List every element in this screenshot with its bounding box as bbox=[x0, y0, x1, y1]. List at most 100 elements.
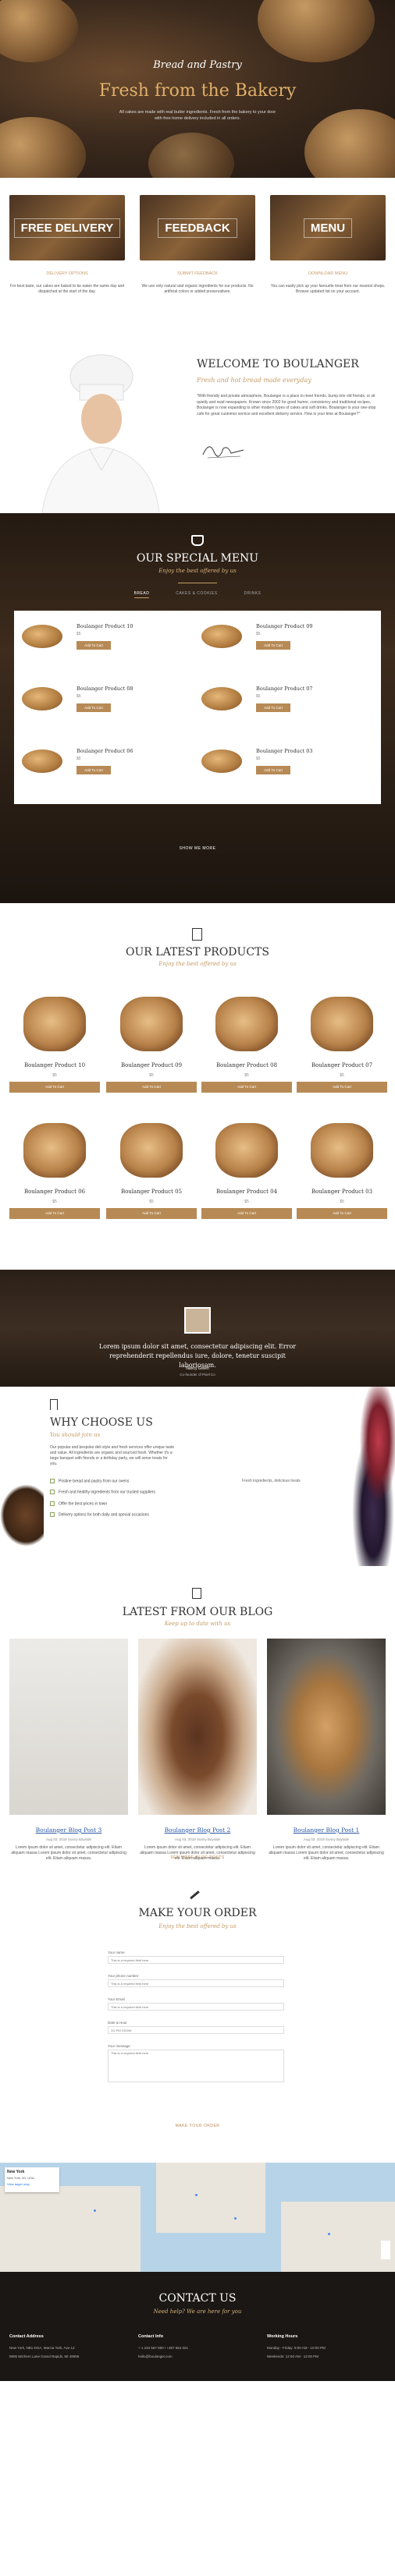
name-input[interactable] bbox=[108, 1956, 284, 1964]
map-section[interactable]: New York New York, NY, USA View larger m… bbox=[0, 2163, 395, 2272]
email-field: Your Email bbox=[108, 1997, 284, 2011]
add-to-cart-button[interactable]: Add To Cart bbox=[297, 1082, 387, 1093]
contact-subtitle: Need help? We are here for you bbox=[153, 2308, 242, 2315]
bookmark-icon bbox=[50, 1399, 58, 1410]
cake-image bbox=[138, 1639, 257, 1815]
blog-post-meta: Aug 03, 2019 Sunny Bayside bbox=[303, 1837, 350, 1841]
list-item: Pristine bread and pastry from our ovens bbox=[50, 1479, 155, 1483]
feature-card[interactable]: FREE DELIVERY DELIVERY OPTIONS For best … bbox=[9, 195, 125, 295]
blog-post-title[interactable]: Boulanger Blog Post 3 bbox=[9, 1827, 128, 1834]
product-price: $5 bbox=[52, 1199, 57, 1204]
product-name: Boulanger Product 06 bbox=[23, 1189, 86, 1195]
date-field: Date & Hour bbox=[108, 2021, 284, 2034]
welcome-text: "With friendly and private atmosphere, B… bbox=[197, 394, 376, 416]
blog-post-title[interactable]: Boulanger Blog Post 1 bbox=[267, 1827, 386, 1834]
message-input[interactable] bbox=[108, 2050, 284, 2082]
product-image bbox=[120, 997, 183, 1051]
add-to-cart-button[interactable]: Add To Cart bbox=[77, 703, 111, 712]
feature-card[interactable]: MENU DOWNLOAD MENU You can easily pick u… bbox=[270, 195, 386, 295]
add-to-cart-button[interactable]: Add To Cart bbox=[77, 641, 111, 650]
phone-input[interactable] bbox=[108, 1979, 284, 1987]
feature-image: FEEDBACK bbox=[140, 195, 255, 260]
field-label: Your Email bbox=[108, 1997, 125, 2001]
product-price: $5 bbox=[340, 1073, 344, 1078]
product-image bbox=[120, 1123, 183, 1178]
feature-title[interactable]: SUBMIT FEEDBACK bbox=[140, 271, 255, 276]
list-item-label: Offer the best prices in town bbox=[59, 1501, 108, 1506]
product-card: Boulanger Product 05 $5 Add To Cart bbox=[106, 1123, 197, 1219]
zoom-control[interactable] bbox=[381, 2241, 390, 2259]
add-to-cart-button[interactable]: Add To Cart bbox=[256, 641, 290, 650]
add-to-cart-button[interactable]: Add To Cart bbox=[106, 1208, 197, 1219]
make-order-button[interactable]: MAKE YOUR ORDER bbox=[0, 2124, 395, 2128]
see-more-posts-link[interactable]: SEE MORE BLOG POSTS bbox=[0, 1855, 395, 1860]
menu-item-price: $5 bbox=[256, 757, 261, 761]
product-card: Boulanger Product 10 $5 Add To Cart bbox=[9, 997, 100, 1093]
map-marker[interactable] bbox=[234, 2217, 237, 2220]
add-to-cart-button[interactable]: Add To Cart bbox=[256, 766, 290, 774]
feature-card[interactable]: FEEDBACK SUBMIT FEEDBACK We use only nat… bbox=[140, 195, 255, 295]
add-to-cart-button[interactable]: Add To Cart bbox=[77, 766, 111, 774]
product-image bbox=[311, 1123, 373, 1178]
list-item: Fresh and healthy ingredients from our t… bbox=[50, 1490, 155, 1495]
check-icon bbox=[50, 1501, 55, 1506]
check-icon bbox=[50, 1490, 55, 1495]
email-input[interactable] bbox=[108, 2003, 284, 2011]
menu-item-name: Boulanger Product 10 bbox=[77, 623, 133, 629]
product-image bbox=[22, 749, 62, 773]
chef-image bbox=[41, 354, 160, 513]
product-name: Boulanger Product 03 bbox=[311, 1189, 373, 1195]
menu-item-name: Boulanger Product 08 bbox=[77, 686, 133, 692]
blog-post-meta: Aug 03, 2019 Sunny Bayside bbox=[174, 1837, 221, 1841]
add-to-cart-button[interactable]: Add To Cart bbox=[106, 1082, 197, 1093]
product-card: Boulanger Product 04 $5 Add To Cart bbox=[201, 1123, 292, 1219]
contact-line: Weekends: 12:00 AM - 12:00 PM bbox=[267, 2355, 318, 2358]
pen-icon bbox=[190, 1890, 205, 1906]
product-name: Boulanger Product 10 bbox=[23, 1062, 86, 1068]
show-more-link[interactable]: SHOW ME MORE bbox=[0, 846, 395, 851]
contact-column: Contact Info + 1 234 567 890 / +367 654 … bbox=[138, 2334, 255, 2363]
menu-item: Boulanger Product 09 $5 Add To Cart bbox=[201, 618, 373, 668]
menu-item-price: $5 bbox=[77, 694, 81, 699]
phone-field: Your phone number bbox=[108, 1974, 284, 1987]
menu-item-name: Boulanger Product 03 bbox=[256, 748, 313, 754]
testimonial-name: Nancy Green bbox=[186, 1366, 209, 1371]
add-to-cart-button[interactable]: Add To Cart bbox=[9, 1082, 100, 1093]
feature-image: MENU bbox=[270, 195, 386, 260]
map-marker[interactable] bbox=[195, 2194, 198, 2196]
blog-post-title[interactable]: Boulanger Blog Post 2 bbox=[138, 1827, 257, 1834]
product-name: Boulanger Product 05 bbox=[120, 1189, 183, 1195]
bread-image bbox=[148, 133, 234, 178]
map-marker[interactable] bbox=[328, 2233, 330, 2235]
name-field: Your name bbox=[108, 1951, 284, 1964]
products-section: OUR LATEST PRODUCTS Enjoy the best offer… bbox=[0, 903, 395, 1270]
product-image bbox=[23, 1123, 86, 1178]
menu-item: Boulanger Product 10 $5 Add To Cart bbox=[22, 618, 194, 668]
product-name: Boulanger Product 07 bbox=[311, 1062, 373, 1068]
tab-bread[interactable]: BREAD bbox=[133, 591, 150, 598]
testimonial-section: Lorem ipsum dolor sit amet, consectetur … bbox=[0, 1270, 395, 1387]
tab-cakes-cookies[interactable]: CAKES & COOKIES bbox=[176, 591, 217, 596]
feature-title[interactable]: DELIVERY OPTIONS bbox=[9, 271, 125, 276]
add-to-cart-button[interactable]: Add To Cart bbox=[256, 703, 290, 712]
tab-drinks[interactable]: DRINKS bbox=[244, 591, 261, 596]
date-input[interactable] bbox=[108, 2026, 284, 2034]
add-to-cart-button[interactable]: Add To Cart bbox=[201, 1082, 292, 1093]
why-section: WHY CHOOSE US You should join us Our pop… bbox=[0, 1387, 395, 1578]
column-title: Working Hours bbox=[267, 2334, 298, 2339]
contact-line[interactable]: + 1 234 567 890 / +367 654 321 bbox=[138, 2346, 255, 2350]
why-title: WHY CHOOSE US bbox=[50, 1416, 153, 1429]
view-larger-map-link[interactable]: View larger map bbox=[7, 2182, 57, 2186]
map-marker[interactable] bbox=[94, 2209, 96, 2212]
field-label: Date & Hour bbox=[108, 2021, 127, 2025]
map-address: New York, NY, USA bbox=[7, 2176, 34, 2180]
add-to-cart-button[interactable]: Add To Cart bbox=[201, 1208, 292, 1219]
add-to-cart-button[interactable]: Add To Cart bbox=[9, 1208, 100, 1219]
product-image bbox=[201, 625, 242, 648]
menu-item-price: $5 bbox=[77, 632, 81, 636]
add-to-cart-button[interactable]: Add To Cart bbox=[297, 1208, 387, 1219]
menu-item-price: $5 bbox=[256, 694, 261, 699]
feature-title[interactable]: DOWNLOAD MENU bbox=[270, 271, 386, 276]
contact-line[interactable]: hello@boulanger.com bbox=[138, 2355, 255, 2358]
product-image bbox=[22, 687, 62, 710]
